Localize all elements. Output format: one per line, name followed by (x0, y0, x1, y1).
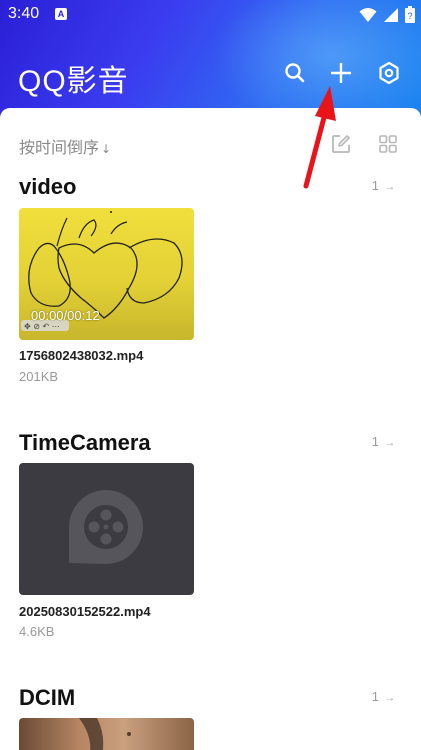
status-time: 3:40 (8, 5, 40, 22)
folder-arrow-icon: → (385, 693, 395, 704)
plus-icon[interactable] (328, 60, 354, 86)
search-icon[interactable] (282, 60, 308, 86)
status-bar: 3:40 A ? (0, 0, 421, 30)
svg-text:✥ ⊘ ↶ ⋯: ✥ ⊘ ↶ ⋯ (24, 322, 60, 331)
folder-count-dcim[interactable]: 1 → (372, 689, 395, 704)
video-overlay-time: 00:00/00:12 (31, 308, 100, 323)
folder-arrow-icon: → (385, 182, 395, 193)
folder-count-value: 1 (371, 178, 379, 193)
folder-title-video[interactable]: video (19, 174, 76, 200)
timecamera-thumbnail[interactable] (19, 463, 194, 595)
status-icons: ? (359, 6, 415, 23)
folder-count-timecamera[interactable]: 1 → (372, 434, 395, 449)
battery-icon: ? (405, 6, 415, 23)
app-bar: QQ影音 (0, 48, 421, 100)
app-screen: 3:40 A ? QQ影音 按时间倒序 ↓ video 1 → ✥ ⊘ ↶ ⋯ … (0, 0, 421, 750)
folder-title-timecamera[interactable]: TimeCamera (19, 430, 151, 456)
sort-button[interactable]: 按时间倒序 ↓ (19, 134, 111, 158)
file-name-timecamera[interactable]: 20250830152522.mp4 (19, 604, 151, 619)
sort-label: 按时间倒序 (19, 138, 100, 157)
cellular-signal-icon (384, 7, 398, 22)
folder-arrow-icon: → (385, 438, 395, 449)
file-size-video: 201KB (19, 369, 59, 384)
wifi-icon (359, 7, 377, 22)
film-reel-icon (69, 490, 143, 564)
file-size-timecamera: 4.6KB (19, 624, 55, 639)
app-title: QQ影音 (18, 65, 129, 98)
grid-view-icon[interactable] (378, 134, 398, 154)
folder-count-video[interactable]: 1 → (372, 178, 395, 193)
edit-icon[interactable] (331, 134, 351, 154)
video-thumbnail[interactable]: ✥ ⊘ ↶ ⋯ 00:00/00:12 (19, 208, 194, 340)
folder-count-value: 1 (371, 689, 379, 704)
dcim-thumbnail[interactable] (19, 718, 194, 750)
folder-count-value: 1 (371, 434, 379, 449)
dcim-thumbnail-photo (79, 718, 131, 750)
content-sheet: 按时间倒序 ↓ (0, 108, 421, 750)
file-name-video[interactable]: 1756802438032.mp4 (19, 348, 143, 363)
settings-hexagon-icon[interactable] (376, 60, 402, 86)
notification-badge: A (55, 8, 67, 20)
svg-text:?: ? (407, 11, 412, 21)
sort-arrow-icon: ↓ (101, 142, 112, 156)
folder-title-dcim[interactable]: DCIM (19, 685, 75, 711)
